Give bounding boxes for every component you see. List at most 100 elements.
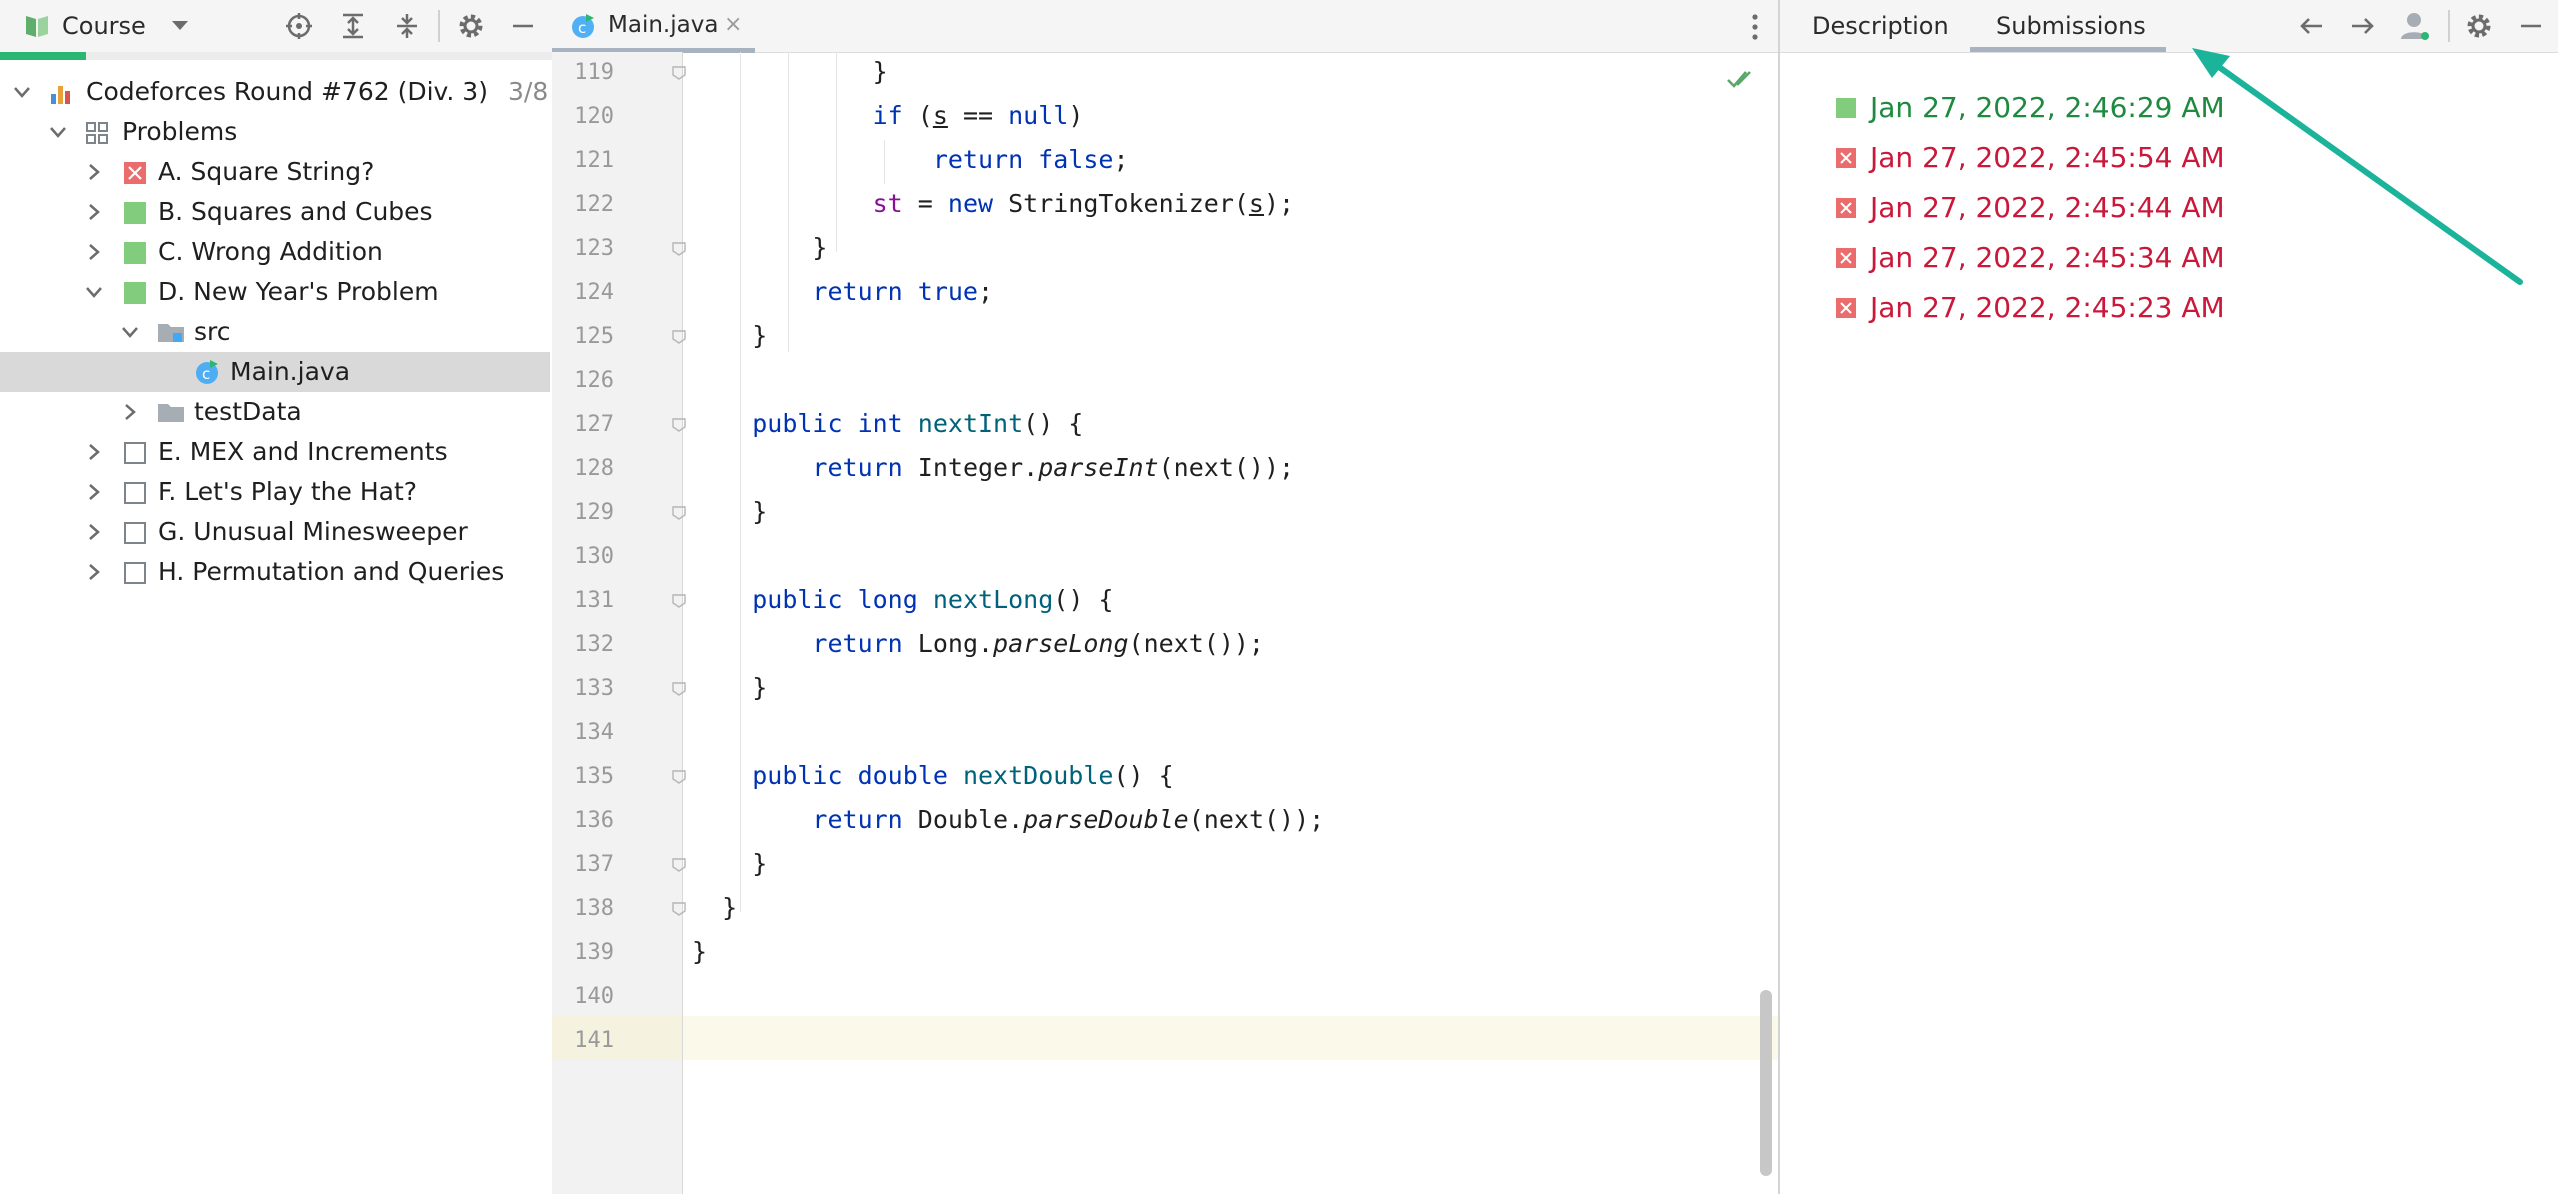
code-line: return true; [812, 277, 994, 306]
code-line: if (s == null) [872, 101, 1084, 130]
inspection-ok-icon[interactable] [1726, 68, 1752, 90]
problem-label: B. Squares and Cubes [158, 197, 433, 226]
tree-folder-testdata[interactable]: testData [0, 392, 550, 432]
more-vertical-icon[interactable] [1750, 12, 1760, 42]
chevron-down-icon[interactable] [48, 122, 68, 142]
tree-problem-h[interactable]: H. Permutation and Queries [0, 552, 550, 592]
code-line: } [692, 893, 738, 922]
line-number: 138 [574, 896, 614, 921]
code-line: } [692, 497, 768, 526]
tree-problem-e[interactable]: E. MEX and Increments [0, 432, 550, 472]
book-icon [26, 16, 48, 37]
fold-marker-icon[interactable] [672, 858, 686, 872]
chevron-right-icon[interactable] [84, 442, 104, 462]
folder-label: testData [194, 397, 302, 426]
lesson-grid-icon [86, 122, 108, 144]
problem-label: F. Let's Play the Hat? [158, 477, 418, 506]
chevron-right-icon[interactable] [84, 522, 104, 542]
solved-status-icon [124, 282, 146, 304]
code-line: public long nextLong() { [752, 585, 1114, 614]
code-editor[interactable]: c Main.java × 119 120 121 122 123 124 125 126 12… [552, 0, 1778, 1194]
solved-status-icon [124, 202, 146, 224]
fold-marker-icon[interactable] [672, 902, 686, 916]
current-line-highlight [552, 1016, 1778, 1060]
minimize-icon[interactable] [508, 11, 538, 41]
fold-marker-icon[interactable] [672, 682, 686, 696]
line-number: 120 [574, 104, 614, 129]
chevron-right-icon[interactable] [84, 202, 104, 222]
code-line: } [692, 849, 768, 878]
tree-course-root[interactable]: Codeforces Round #762 (Div. 3) 3/8 [0, 72, 550, 112]
file-label: Main.java [230, 357, 351, 386]
line-number: 128 [574, 456, 614, 481]
line-number: 122 [574, 192, 614, 217]
tree-problem-g[interactable]: G. Unusual Minesweeper [0, 512, 550, 552]
chevron-right-icon[interactable] [84, 562, 104, 582]
unchecked-status-icon [124, 522, 146, 544]
line-number: 137 [574, 852, 614, 877]
line-number: 121 [574, 148, 614, 173]
editor-tab-bar: c Main.java × [552, 0, 1778, 53]
problem-label: G. Unusual Minesweeper [158, 517, 468, 546]
line-number: 135 [574, 764, 614, 789]
tree-problems[interactable]: Problems [0, 112, 550, 152]
code-line: public int nextInt() { [752, 409, 1084, 438]
chevron-down-icon[interactable] [84, 282, 104, 302]
code-line: } [692, 937, 708, 966]
java-class-icon: c [572, 14, 594, 38]
course-view-title[interactable]: Course [62, 12, 146, 40]
problem-label: C. Wrong Addition [158, 237, 383, 266]
tree-problem-a[interactable]: A. Square String? [0, 152, 550, 192]
failed-status-icon [124, 162, 146, 184]
unchecked-status-icon [124, 442, 146, 464]
close-icon[interactable]: × [724, 12, 742, 37]
line-gutter [552, 52, 683, 1194]
line-number: 141 [574, 1028, 614, 1053]
tree-problem-b[interactable]: B. Squares and Cubes [0, 192, 550, 232]
problem-label: A. Square String? [158, 157, 375, 186]
fold-marker-icon[interactable] [672, 66, 686, 80]
code-line: } [692, 321, 768, 350]
fold-marker-icon[interactable] [672, 242, 686, 256]
chevron-right-icon[interactable] [120, 402, 140, 422]
chevron-right-icon[interactable] [84, 162, 104, 182]
chevron-down-icon[interactable] [170, 20, 190, 32]
course-progress-count: 3/8 [508, 77, 549, 106]
project-panel: Course Codeforces Round #762 (Div. 3) 3/… [0, 0, 554, 1194]
solved-status-icon [124, 242, 146, 264]
code-line: return Double.parseDouble(next()); [812, 805, 1325, 834]
fold-marker-icon[interactable] [672, 770, 686, 784]
tree-problem-d[interactable]: D. New Year's Problem [0, 272, 550, 312]
code-line: } [692, 233, 828, 262]
chevron-down-icon[interactable] [120, 322, 140, 342]
tree-file-main-java[interactable]: c Main.java [0, 352, 550, 392]
chevron-right-icon[interactable] [84, 242, 104, 262]
tab-main-java[interactable]: c Main.java × [552, 0, 755, 53]
line-number: 139 [574, 940, 614, 965]
expand-all-icon[interactable] [338, 11, 368, 41]
chevron-down-icon[interactable] [12, 82, 32, 102]
code-line: return Long.parseLong(next()); [812, 629, 1264, 658]
toolbar-separator [438, 10, 440, 42]
failed-status-icon [1836, 298, 1856, 318]
collapse-all-icon[interactable] [392, 11, 422, 41]
tab-label: Main.java [608, 12, 719, 38]
fold-marker-icon[interactable] [672, 418, 686, 432]
tree-folder-src[interactable]: src [0, 312, 550, 352]
line-number: 124 [574, 280, 614, 305]
task-panel: Description Submissions Jan 27, 2022, 2:… [1778, 0, 2558, 1194]
svg-text:c: c [202, 365, 210, 383]
chevron-right-icon[interactable] [84, 482, 104, 502]
editor-scrollbar[interactable] [1760, 990, 1772, 1176]
problems-label: Problems [122, 117, 238, 146]
gear-icon[interactable] [456, 11, 486, 41]
tree-problem-f[interactable]: F. Let's Play the Hat? [0, 472, 550, 512]
fold-marker-icon[interactable] [672, 506, 686, 520]
locate-icon[interactable] [284, 11, 314, 41]
tree-problem-c[interactable]: C. Wrong Addition [0, 232, 550, 272]
fold-marker-icon[interactable] [672, 594, 686, 608]
line-number: 131 [574, 588, 614, 613]
fold-marker-icon[interactable] [672, 330, 686, 344]
code-line: } [692, 57, 888, 86]
annotation-arrow [2192, 48, 2523, 285]
